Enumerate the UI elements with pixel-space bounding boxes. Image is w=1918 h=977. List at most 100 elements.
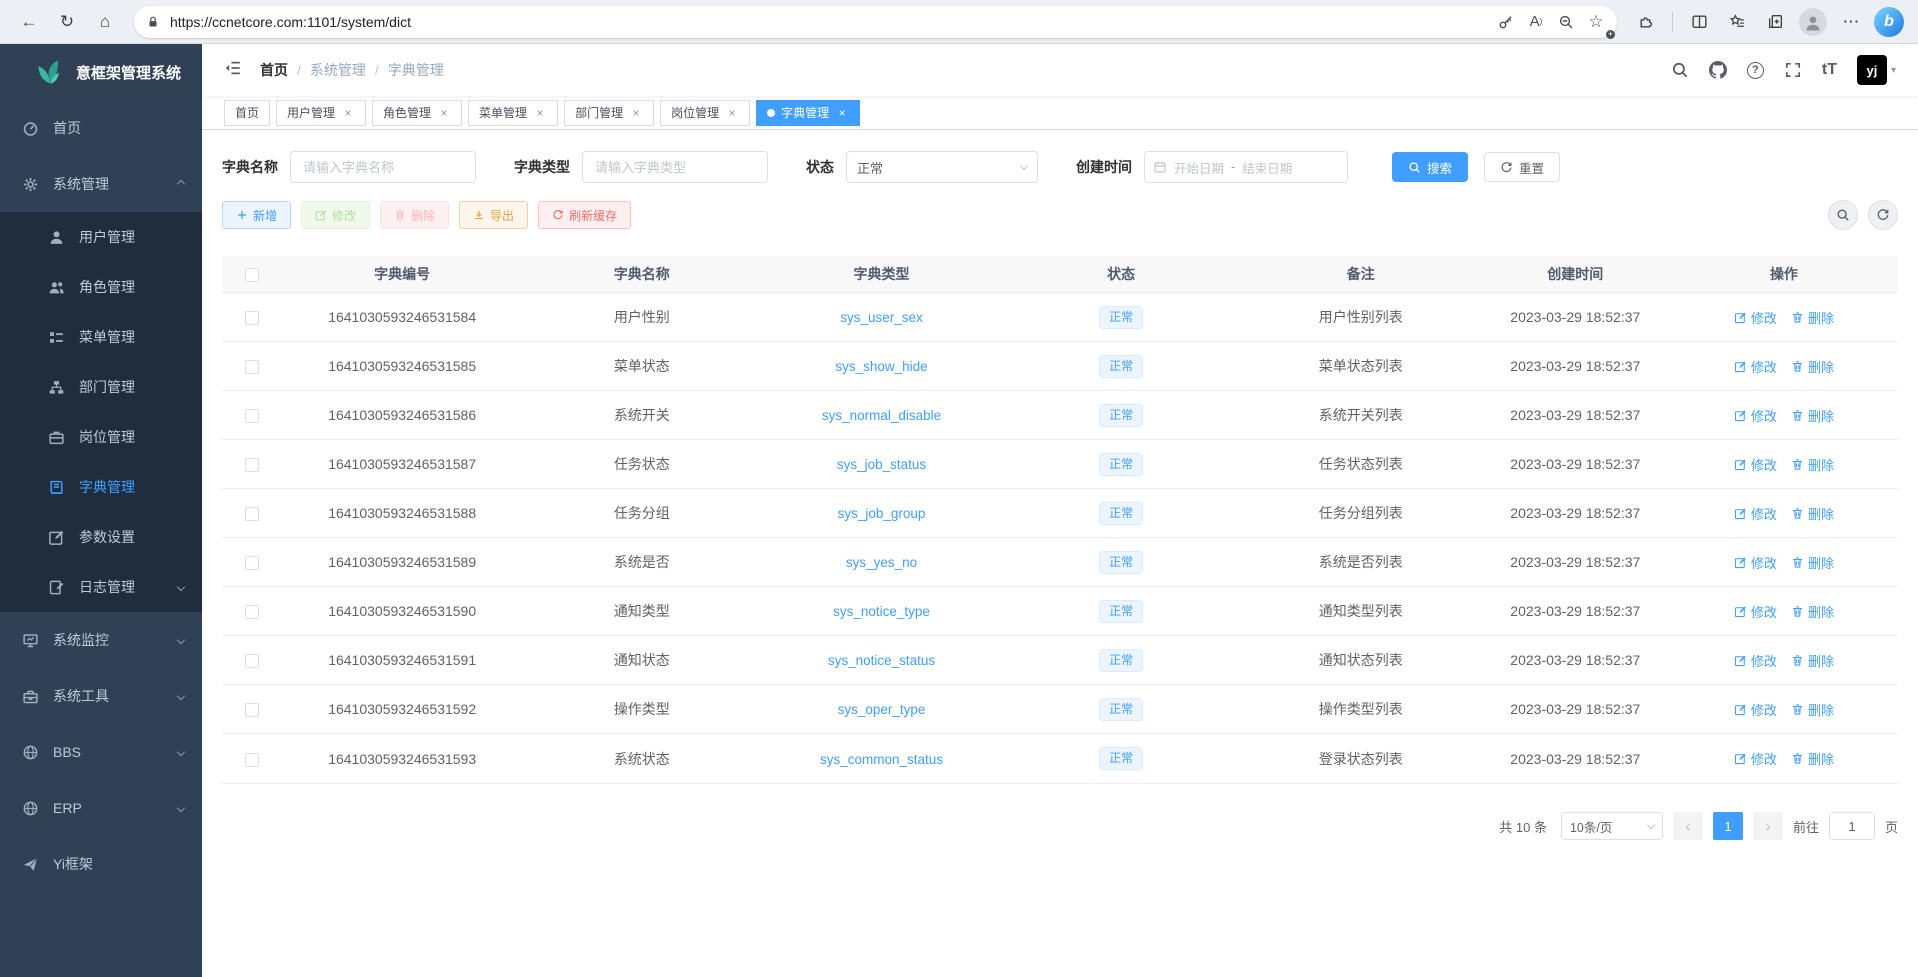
dict-type-link[interactable]: sys_notice_type — [833, 604, 930, 619]
delete-button[interactable]: 删除 — [380, 201, 449, 229]
bing-chat-icon[interactable]: b — [1872, 5, 1906, 39]
dict-name-input[interactable] — [290, 151, 476, 183]
current-page-button[interactable]: 1 — [1713, 812, 1743, 840]
page-size-select[interactable]: 10条/页 — [1561, 812, 1663, 840]
tab-dept-management[interactable]: 部门管理× — [564, 100, 654, 126]
row-checkbox[interactable] — [245, 703, 259, 717]
row-edit-link[interactable]: 修改 — [1734, 357, 1777, 376]
edit-button[interactable]: 修改 — [301, 201, 370, 229]
sidebar-item-menu-management[interactable]: 菜单管理 — [0, 312, 202, 362]
browser-more-icon[interactable]: ⋯ — [1834, 5, 1868, 39]
dict-type-link[interactable]: sys_common_status — [820, 752, 943, 767]
tab-close-icon[interactable]: × — [629, 106, 643, 120]
dict-type-link[interactable]: sys_yes_no — [846, 555, 917, 570]
dict-type-input[interactable] — [582, 151, 768, 183]
status-select[interactable]: 正常 — [846, 151, 1038, 183]
browser-reload-button[interactable]: ↻ — [50, 5, 84, 39]
add-button[interactable]: 新增 — [222, 201, 291, 229]
text-size-icon[interactable]: tT — [1822, 61, 1837, 79]
tab-close-icon[interactable]: × — [437, 106, 451, 120]
add-favorite-icon[interactable]: ☆+ — [1581, 7, 1611, 37]
sidebar-item-bbs[interactable]: BBS — [0, 724, 202, 780]
collections-icon[interactable] — [1758, 5, 1792, 39]
user-menu[interactable]: yj ▾ — [1857, 55, 1896, 85]
row-checkbox[interactable] — [245, 360, 259, 374]
dict-type-link[interactable]: sys_user_sex — [840, 310, 923, 325]
row-checkbox[interactable] — [245, 605, 259, 619]
dict-type-link[interactable]: sys_normal_disable — [822, 408, 941, 423]
row-edit-link[interactable]: 修改 — [1734, 406, 1777, 425]
tab-user-management[interactable]: 用户管理× — [276, 100, 366, 126]
tab-close-icon[interactable]: × — [725, 106, 739, 120]
row-edit-link[interactable]: 修改 — [1734, 308, 1777, 327]
tab-home[interactable]: 首页 — [224, 100, 270, 126]
row-delete-link[interactable]: 删除 — [1791, 406, 1834, 425]
date-range-picker[interactable]: 开始日期 - 结束日期 — [1144, 151, 1348, 183]
dict-type-link[interactable]: sys_show_hide — [835, 359, 927, 374]
sidebar-item-home[interactable]: 首页 — [0, 100, 202, 156]
row-delete-link[interactable]: 删除 — [1791, 455, 1834, 474]
extensions-icon[interactable] — [1629, 5, 1663, 39]
sidebar-item-dept-management[interactable]: 部门管理 — [0, 362, 202, 412]
read-aloud-icon[interactable]: A) — [1521, 7, 1551, 37]
sidebar-item-system-management[interactable]: 系统管理 — [0, 156, 202, 212]
row-checkbox[interactable] — [245, 458, 259, 472]
password-key-icon[interactable] — [1491, 7, 1521, 37]
sidebar-item-post-management[interactable]: 岗位管理 — [0, 412, 202, 462]
refresh-cache-button[interactable]: 刷新缓存 — [538, 201, 631, 229]
next-page-button[interactable]: › — [1753, 812, 1783, 840]
dict-type-link[interactable]: sys_oper_type — [838, 702, 926, 717]
profile-avatar[interactable] — [1796, 5, 1830, 39]
tab-menu-management[interactable]: 菜单管理× — [468, 100, 558, 126]
export-button[interactable]: 导出 — [459, 201, 528, 229]
help-icon[interactable]: ? — [1747, 62, 1764, 79]
browser-home-button[interactable]: ⌂ — [88, 5, 122, 39]
row-checkbox[interactable] — [245, 654, 259, 668]
row-delete-link[interactable]: 删除 — [1791, 602, 1834, 621]
search-button[interactable]: 搜索 — [1392, 152, 1468, 182]
breadcrumb-home[interactable]: 首页 — [260, 60, 288, 80]
row-delete-link[interactable]: 删除 — [1791, 357, 1834, 376]
favorites-icon[interactable] — [1720, 5, 1754, 39]
zoom-out-icon[interactable] — [1551, 7, 1581, 37]
show-search-toggle-button[interactable] — [1828, 200, 1858, 230]
row-delete-link[interactable]: 删除 — [1791, 749, 1834, 768]
sidebar-logo[interactable]: 意框架管理系统 — [0, 44, 202, 100]
sidebar-item-system-monitor[interactable]: 系统监控 — [0, 612, 202, 668]
row-edit-link[interactable]: 修改 — [1734, 700, 1777, 719]
sidebar-item-log-management[interactable]: 日志管理 — [0, 562, 202, 612]
refresh-table-button[interactable] — [1868, 200, 1898, 230]
split-screen-icon[interactable] — [1682, 5, 1716, 39]
row-checkbox[interactable] — [245, 507, 259, 521]
select-all-checkbox[interactable] — [245, 268, 259, 282]
fullscreen-icon[interactable] — [1784, 61, 1802, 79]
sidebar-collapse-icon[interactable] — [224, 59, 242, 82]
row-checkbox[interactable] — [245, 753, 259, 767]
tab-post-management[interactable]: 岗位管理× — [660, 100, 750, 126]
row-edit-link[interactable]: 修改 — [1734, 651, 1777, 670]
row-edit-link[interactable]: 修改 — [1734, 504, 1777, 523]
row-delete-link[interactable]: 删除 — [1791, 308, 1834, 327]
tab-role-management[interactable]: 角色管理× — [372, 100, 462, 126]
address-bar[interactable]: https://ccnetcore.com:1101/system/dict A… — [134, 6, 1617, 38]
sidebar-item-param-settings[interactable]: 参数设置 — [0, 512, 202, 562]
sidebar-item-dict-management[interactable]: 字典管理 — [0, 462, 202, 512]
row-delete-link[interactable]: 删除 — [1791, 504, 1834, 523]
row-checkbox[interactable] — [245, 409, 259, 423]
sidebar-item-yi-framework[interactable]: Yi框架 — [0, 836, 202, 892]
goto-page-input[interactable] — [1829, 812, 1875, 840]
sidebar-item-role-management[interactable]: 角色管理 — [0, 262, 202, 312]
github-icon[interactable] — [1709, 61, 1727, 79]
sidebar-item-user-management[interactable]: 用户管理 — [0, 212, 202, 262]
row-edit-link[interactable]: 修改 — [1734, 553, 1777, 572]
row-delete-link[interactable]: 删除 — [1791, 553, 1834, 572]
tab-dict-management[interactable]: 字典管理× — [756, 100, 860, 126]
row-edit-link[interactable]: 修改 — [1734, 455, 1777, 474]
tab-close-icon[interactable]: × — [533, 106, 547, 120]
header-search-icon[interactable] — [1671, 61, 1689, 79]
prev-page-button[interactable]: ‹ — [1673, 812, 1703, 840]
dict-type-link[interactable]: sys_notice_status — [828, 653, 935, 668]
row-edit-link[interactable]: 修改 — [1734, 749, 1777, 768]
row-edit-link[interactable]: 修改 — [1734, 602, 1777, 621]
sidebar-item-system-tools[interactable]: 系统工具 — [0, 668, 202, 724]
